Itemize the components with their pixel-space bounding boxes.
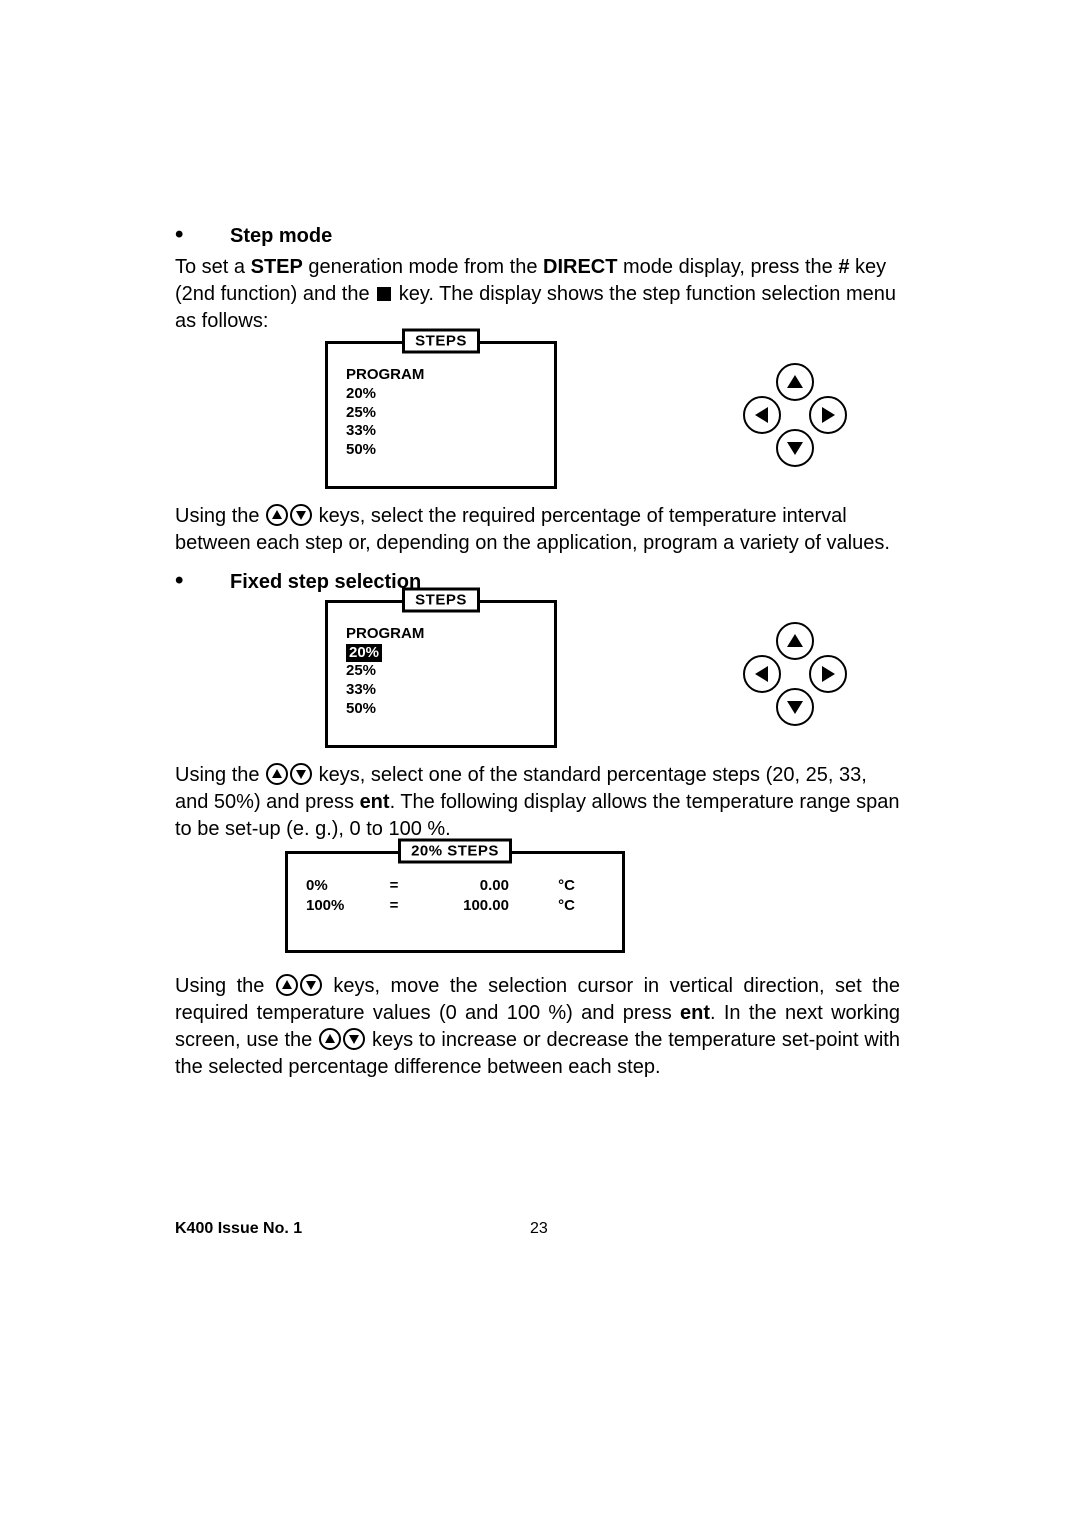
- arrow-right-icon: [809, 655, 847, 693]
- para-step-mode: To set a STEP generation mode from the D…: [175, 254, 900, 335]
- lcd-label: 100%: [306, 896, 378, 916]
- lcd-steps-1: STEPS PROGRAM 20% 25% 33% 50%: [325, 341, 557, 489]
- para-after-lcd1: Using the keys, select the required perc…: [175, 503, 900, 557]
- arrow-left-icon: [743, 655, 781, 693]
- arrow-down-icon: [290, 504, 312, 526]
- bullet-icon: •: [175, 571, 230, 591]
- footer-doc-id: K400 Issue No. 1: [175, 1220, 302, 1237]
- figure-steps-menu-highlight: STEPS PROGRAM 20% 25% 33% 50%: [325, 600, 900, 748]
- arrow-down-icon: [776, 688, 814, 726]
- lcd-20pct-steps: 20% STEPS 0% = 0.00 °C 100% = 100.00 °C: [285, 851, 625, 954]
- lcd-value: 100.00: [410, 896, 515, 916]
- arrow-up-icon: [276, 974, 298, 996]
- lcd-item: 50%: [346, 700, 536, 719]
- lcd-unit: °C: [515, 896, 575, 916]
- lcd-row: 100% = 100.00 °C: [306, 896, 604, 916]
- figure-steps-menu: STEPS PROGRAM 20% 25% 33% 50%: [325, 341, 900, 489]
- heading-step-mode: •Step mode: [175, 225, 900, 248]
- lcd-title: STEPS: [402, 329, 480, 354]
- lcd-item-selected: 20%: [346, 644, 382, 663]
- kw-ent: ent: [360, 791, 390, 813]
- arrow-down-icon: [343, 1028, 365, 1050]
- square-key-icon: [377, 287, 391, 301]
- dpad-icon: [749, 369, 841, 461]
- text: Using the: [175, 764, 265, 786]
- arrow-up-icon: [776, 622, 814, 660]
- kw-step: STEP: [251, 256, 303, 278]
- arrow-right-icon: [809, 396, 847, 434]
- lcd-steps-2: STEPS PROGRAM 20% 25% 33% 50%: [325, 600, 557, 748]
- lcd-item: 20%: [346, 385, 536, 404]
- lcd-item: 33%: [346, 422, 536, 441]
- text: To set a: [175, 256, 251, 278]
- arrow-up-icon: [266, 504, 288, 526]
- arrow-up-icon: [319, 1028, 341, 1050]
- text: generation mode from the: [303, 256, 543, 278]
- heading-step-mode-text: Step mode: [230, 225, 332, 248]
- para-after-lcd2: Using the keys, select one of the standa…: [175, 762, 900, 843]
- lcd-title: 20% STEPS: [398, 838, 512, 863]
- para-after-lcd3: Using the keys, move the selection curso…: [175, 973, 900, 1081]
- arrow-down-icon: [776, 429, 814, 467]
- lcd-content: PROGRAM 20% 25% 33% 50%: [346, 625, 536, 719]
- lcd-label: 0%: [306, 876, 378, 896]
- kw-ent: ent: [680, 1002, 710, 1024]
- kw-direct: DIRECT: [543, 256, 617, 278]
- lcd-eq: =: [378, 896, 410, 916]
- text: Using the: [175, 505, 265, 527]
- footer-page-number: 23: [530, 1220, 548, 1238]
- lcd-item: 25%: [346, 404, 536, 423]
- arrow-down-icon: [290, 763, 312, 785]
- heading-fixed-step-text: Fixed step selection: [230, 571, 421, 594]
- lcd-item: 50%: [346, 441, 536, 460]
- lcd-value: 0.00: [410, 876, 515, 896]
- text: mode display, press the: [617, 256, 838, 278]
- lcd-item: PROGRAM: [346, 625, 536, 644]
- arrow-up-icon: [266, 763, 288, 785]
- dpad-icon: [749, 628, 841, 720]
- lcd-row: 0% = 0.00 °C: [306, 876, 604, 896]
- arrow-down-icon: [300, 974, 322, 996]
- arrow-up-icon: [776, 363, 814, 401]
- text: Using the: [175, 975, 275, 997]
- lcd-eq: =: [378, 876, 410, 896]
- lcd-content: PROGRAM 20% 25% 33% 50%: [346, 366, 536, 460]
- bullet-icon: •: [175, 225, 230, 245]
- lcd-unit: °C: [515, 876, 575, 896]
- lcd-item: PROGRAM: [346, 366, 536, 385]
- lcd-item: 33%: [346, 681, 536, 700]
- heading-fixed-step: •Fixed step selection: [175, 571, 900, 594]
- page-footer: K400 Issue No. 1 23: [175, 1220, 900, 1238]
- arrow-left-icon: [743, 396, 781, 434]
- kw-hash: #: [838, 256, 849, 278]
- lcd-item: 25%: [346, 662, 536, 681]
- lcd-title: STEPS: [402, 587, 480, 612]
